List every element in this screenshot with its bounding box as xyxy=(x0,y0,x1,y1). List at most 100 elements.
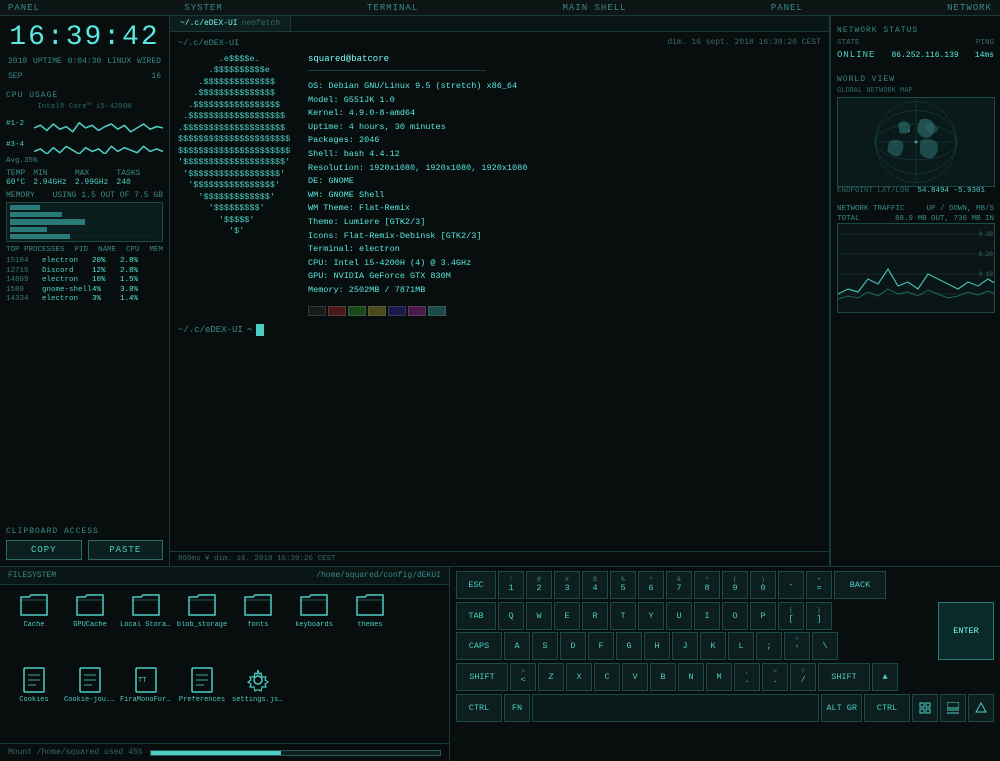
key-v[interactable]: V xyxy=(622,663,648,691)
key-b[interactable]: B xyxy=(650,663,676,691)
file-item-cookies[interactable]: Cookies xyxy=(8,666,60,737)
network-label-top: NETWORK xyxy=(947,3,992,13)
spacebar-key[interactable] xyxy=(532,694,819,722)
key-8[interactable]: *8 xyxy=(694,571,720,599)
key-period[interactable]: >. xyxy=(762,663,788,691)
key-9[interactable]: (9 xyxy=(722,571,748,599)
key-quote[interactable]: "' xyxy=(784,632,810,660)
key-bracketleft[interactable]: {[ xyxy=(778,602,804,630)
key-7[interactable]: &7 xyxy=(666,571,692,599)
key-h[interactable]: H xyxy=(644,632,670,660)
key-f[interactable]: F xyxy=(588,632,614,660)
shift-right-key[interactable]: SHIFT xyxy=(818,663,870,691)
key-angle[interactable]: >< xyxy=(510,663,536,691)
key-u[interactable]: U xyxy=(666,602,692,630)
ctrl-right-key[interactable]: CTRL xyxy=(864,694,910,722)
kb-icon-2[interactable] xyxy=(940,694,966,722)
key-comma[interactable]: ,. xyxy=(734,663,760,691)
traffic-header: NETWORK TRAFFIC UP / DOWN, MB/S xyxy=(837,205,994,213)
ctrl-left-key[interactable]: CTRL xyxy=(456,694,502,722)
terminal-tabs: ~/.c/eDEX-UI neofetch xyxy=(170,16,829,32)
key-5[interactable]: %5 xyxy=(610,571,636,599)
caps-key[interactable]: CAPS xyxy=(456,632,502,660)
key-0[interactable]: )0 xyxy=(750,571,776,599)
cores-34-label: #3-4 xyxy=(6,141,34,149)
key-a[interactable]: A xyxy=(504,632,530,660)
terminal-panel: ~/.c/eDEX-UI neofetch ~/.c/eDEX-UI dim. … xyxy=(170,16,830,566)
file-item-keyboards[interactable]: keyboards xyxy=(288,591,340,662)
key-slash[interactable]: ?/ xyxy=(790,663,816,691)
file-item-fira[interactable]: TT FiraMonoFor... xyxy=(120,666,172,737)
key-4[interactable]: $4 xyxy=(582,571,608,599)
arrow-up-icon[interactable]: ▲ xyxy=(872,663,898,691)
process-row: 15104electron20%2.8% xyxy=(6,257,163,265)
key-z[interactable]: Z xyxy=(538,663,564,691)
key-o[interactable]: O xyxy=(722,602,748,630)
terminal-path: ~/.c/eDEX-UI xyxy=(178,38,239,48)
enter-key[interactable]: ENTER xyxy=(938,602,994,660)
mem-bar-1 xyxy=(10,205,159,210)
terminal-prompt[interactable]: ~/.c/eDEX-UI ~ xyxy=(178,324,821,336)
key-c[interactable]: C xyxy=(594,663,620,691)
file-item-themes[interactable]: themes xyxy=(344,591,396,662)
kb-icon-1[interactable] xyxy=(912,694,938,722)
kb-icon-3[interactable] xyxy=(968,694,994,722)
key-minus[interactable]: - xyxy=(778,571,804,599)
uptime-val: 0:04:30 xyxy=(68,57,102,66)
key-j[interactable]: J xyxy=(672,632,698,660)
copy-button[interactable]: COPY xyxy=(6,540,82,560)
key-backslash[interactable]: \ xyxy=(812,632,838,660)
file-item-preferences[interactable]: Preferences xyxy=(176,666,228,737)
file-item-fonts[interactable]: fonts xyxy=(232,591,284,662)
tab-key[interactable]: TAB xyxy=(456,602,496,630)
terminal-content[interactable]: ~/.c/eDEX-UI dim. 16 sept. 2018 16:39:20… xyxy=(170,32,829,551)
file-item-localstorage[interactable]: Local Storage xyxy=(120,591,172,662)
key-bracketright[interactable]: }] xyxy=(806,602,832,630)
key-g[interactable]: G xyxy=(616,632,642,660)
key-2[interactable]: @2 xyxy=(526,571,552,599)
key-y[interactable]: Y xyxy=(638,602,664,630)
key-plus[interactable]: += xyxy=(806,571,832,599)
fn-key[interactable]: FN xyxy=(504,694,530,722)
key-m[interactable]: M xyxy=(706,663,732,691)
pid-col-label: PID xyxy=(74,246,88,254)
key-d[interactable]: D xyxy=(560,632,586,660)
file-item-blob[interactable]: blob_storage xyxy=(176,591,228,662)
key-e[interactable]: E xyxy=(554,602,580,630)
altgr-key[interactable]: ALT GR xyxy=(821,694,862,722)
fs-progress-fill xyxy=(151,751,281,755)
esc-key[interactable]: ESC xyxy=(456,571,496,599)
file-item-settings[interactable]: settings.json xyxy=(232,666,284,737)
key-t[interactable]: T xyxy=(610,602,636,630)
key-k[interactable]: K xyxy=(700,632,726,660)
key-l[interactable]: L xyxy=(728,632,754,660)
date-row2: SEP 16 xyxy=(6,72,163,81)
key-6[interactable]: ^6 xyxy=(638,571,664,599)
ip-text: 86.252.116.139 xyxy=(891,51,958,60)
up-down-label: UP / DOWN, MB/S xyxy=(926,205,994,213)
kb-row-2: TAB Q W E R T Y U I O P {[ }] xyxy=(456,602,936,630)
shift-left-key[interactable]: SHIFT xyxy=(456,663,508,691)
system-info: OS: Debian GNU/Linux 9.5 (stretch) x86_6… xyxy=(308,80,527,298)
mem-bar-5 xyxy=(10,234,159,239)
paste-button[interactable]: PASTE xyxy=(88,540,164,560)
key-3[interactable]: #3 xyxy=(554,571,580,599)
key-p[interactable]: P xyxy=(750,602,776,630)
key-1[interactable]: !1 xyxy=(498,571,524,599)
key-x[interactable]: X xyxy=(566,663,592,691)
file-item-cookiejournal[interactable]: Cookie-jou... xyxy=(64,666,116,737)
terminal-tab-1[interactable]: ~/.c/eDEX-UI neofetch xyxy=(170,16,291,31)
key-s[interactable]: S xyxy=(532,632,558,660)
key-q[interactable]: Q xyxy=(498,602,524,630)
backspace-key[interactable]: BACK xyxy=(834,571,886,599)
file-item-cache[interactable]: Cache xyxy=(8,591,60,662)
total-label: TOTAL xyxy=(837,215,860,223)
key-w[interactable]: W xyxy=(526,602,552,630)
folder-icon-themes xyxy=(354,591,386,619)
temp-row: TEMP60°C MIN2.94GHz MAX2.99GHz TASKS240 xyxy=(6,169,163,187)
key-semicolon[interactable]: ; xyxy=(756,632,782,660)
key-n[interactable]: N xyxy=(678,663,704,691)
key-i[interactable]: I xyxy=(694,602,720,630)
file-item-gpucache[interactable]: GPUCache xyxy=(64,591,116,662)
key-r[interactable]: R xyxy=(582,602,608,630)
